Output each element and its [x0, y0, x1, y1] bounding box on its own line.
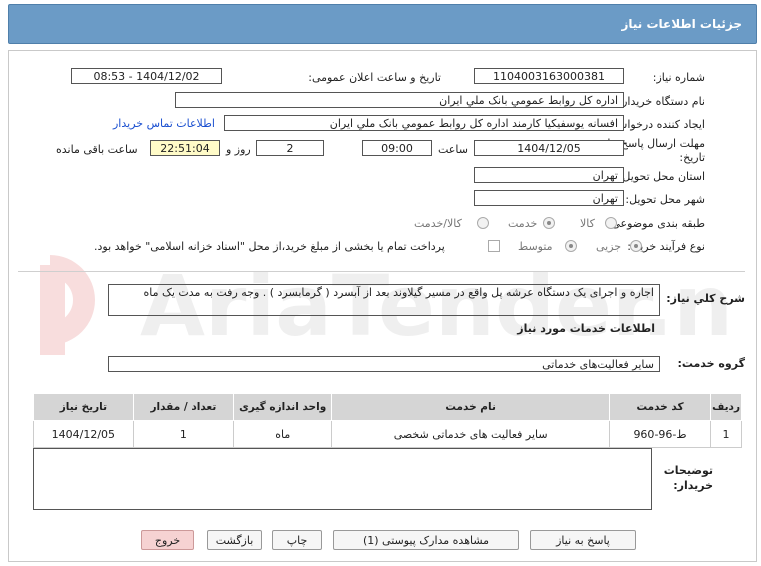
purchase-medium-radio[interactable] [565, 240, 577, 252]
need-number-label: شماره نیاز: [652, 71, 705, 84]
category-goods-service-radio[interactable] [477, 217, 489, 229]
col-need-date: تاریخ نیاز [33, 393, 134, 421]
city-label: شهر محل تحویل: [625, 193, 705, 206]
province-field: تهران [474, 167, 624, 183]
requester-field: افسانه يوسفيکيا کارمند اداره کل روابط عم… [224, 115, 624, 131]
service-group-label: گروه خدمت: [677, 357, 745, 370]
title-bar: جزئیات اطلاعات نیاز [8, 4, 757, 44]
category-goods-label: کالا [580, 217, 595, 230]
divider [18, 271, 745, 272]
buyer-org-label: نام دستگاه خریدار: [618, 95, 705, 108]
province-label: استان محل تحویل: [618, 170, 705, 183]
treasury-note: پرداخت تمام یا بخشی از مبلغ خرید،از محل … [94, 240, 445, 253]
col-row: ردیف [710, 393, 742, 421]
city-field: تهران [474, 190, 624, 206]
category-goods-service-label: کالا/خدمت [414, 217, 462, 230]
announce-date-field: 1404/12/02 - 08:53 [71, 68, 222, 84]
buyer-org-field: اداره کل روابط عمومي بانک ملي ايران [175, 92, 624, 108]
print-button[interactable]: چاپ [272, 530, 322, 550]
cell-service-code: ط-96-960 [608, 420, 712, 448]
cell-quantity: 1 [132, 420, 235, 448]
deadline-time-label: ساعت [438, 143, 468, 156]
cell-need-date: 1404/12/05 [33, 420, 134, 448]
purchase-partial-label: جزیی [596, 240, 622, 253]
category-service-radio[interactable] [543, 217, 555, 229]
col-service-name: نام خدمت [331, 393, 610, 421]
attachments-button[interactable]: مشاهده مدارک پیوستی (1) [333, 530, 519, 550]
category-goods-radio[interactable] [605, 217, 617, 229]
buyer-notes-label: توضیحات خریدار: [663, 464, 713, 492]
back-button[interactable]: بازگشت [207, 530, 262, 550]
buyer-notes-textarea[interactable] [33, 448, 652, 510]
description-textarea[interactable]: اجاره و اجرای یک دستگاه عرشه پل واقع در … [108, 284, 660, 316]
purchase-partial-radio[interactable] [630, 240, 642, 252]
table-header-row: ردیف کد خدمت نام خدمت واحد اندازه گیری ت… [33, 393, 742, 421]
description-label: شرح کلي نياز: [666, 292, 745, 305]
col-service-code: کد خدمت [608, 393, 712, 421]
remaining-time-label: ساعت باقی مانده [56, 143, 138, 156]
days-label: روز و [226, 143, 251, 156]
services-heading: اطلاعات خدمات مورد نیاز [517, 322, 655, 335]
buyer-contact-link[interactable]: اطلاعات تماس خریدار [113, 117, 215, 130]
need-number-field: 1104003163000381 [474, 68, 624, 84]
exit-button[interactable]: خروج [141, 530, 194, 550]
cell-row: 1 [710, 420, 742, 448]
announce-date-label: تاریخ و ساعت اعلان عمومی: [308, 71, 441, 84]
table-row: 1 ط-96-960 سایر فعالیت های خدماتی شخصی م… [33, 420, 742, 448]
remaining-time-field: 22:51:04 [150, 140, 220, 156]
cell-service-name: سایر فعالیت های خدماتی شخصی [331, 420, 610, 448]
category-service-label: خدمت [508, 217, 538, 230]
category-label: طبقه بندی موضوعی: [607, 217, 705, 230]
page-title: جزئیات اطلاعات نیاز [621, 17, 742, 31]
purchase-medium-label: متوسط [518, 240, 553, 253]
days-field: 2 [256, 140, 324, 156]
services-table: ردیف کد خدمت نام خدمت واحد اندازه گیری ت… [33, 393, 742, 448]
col-quantity: تعداد / مقدار [132, 393, 235, 421]
treasury-checkbox[interactable] [488, 240, 500, 252]
reply-button[interactable]: پاسخ به نیاز [530, 530, 636, 550]
col-unit: واحد اندازه گیری [233, 393, 333, 421]
deadline-time-field: 09:00 [362, 140, 432, 156]
service-group-field: سایر فعالیت‌های خدماتی [108, 356, 660, 372]
cell-unit: ماه [233, 420, 333, 448]
deadline-date-field: 1404/12/05 [474, 140, 624, 156]
